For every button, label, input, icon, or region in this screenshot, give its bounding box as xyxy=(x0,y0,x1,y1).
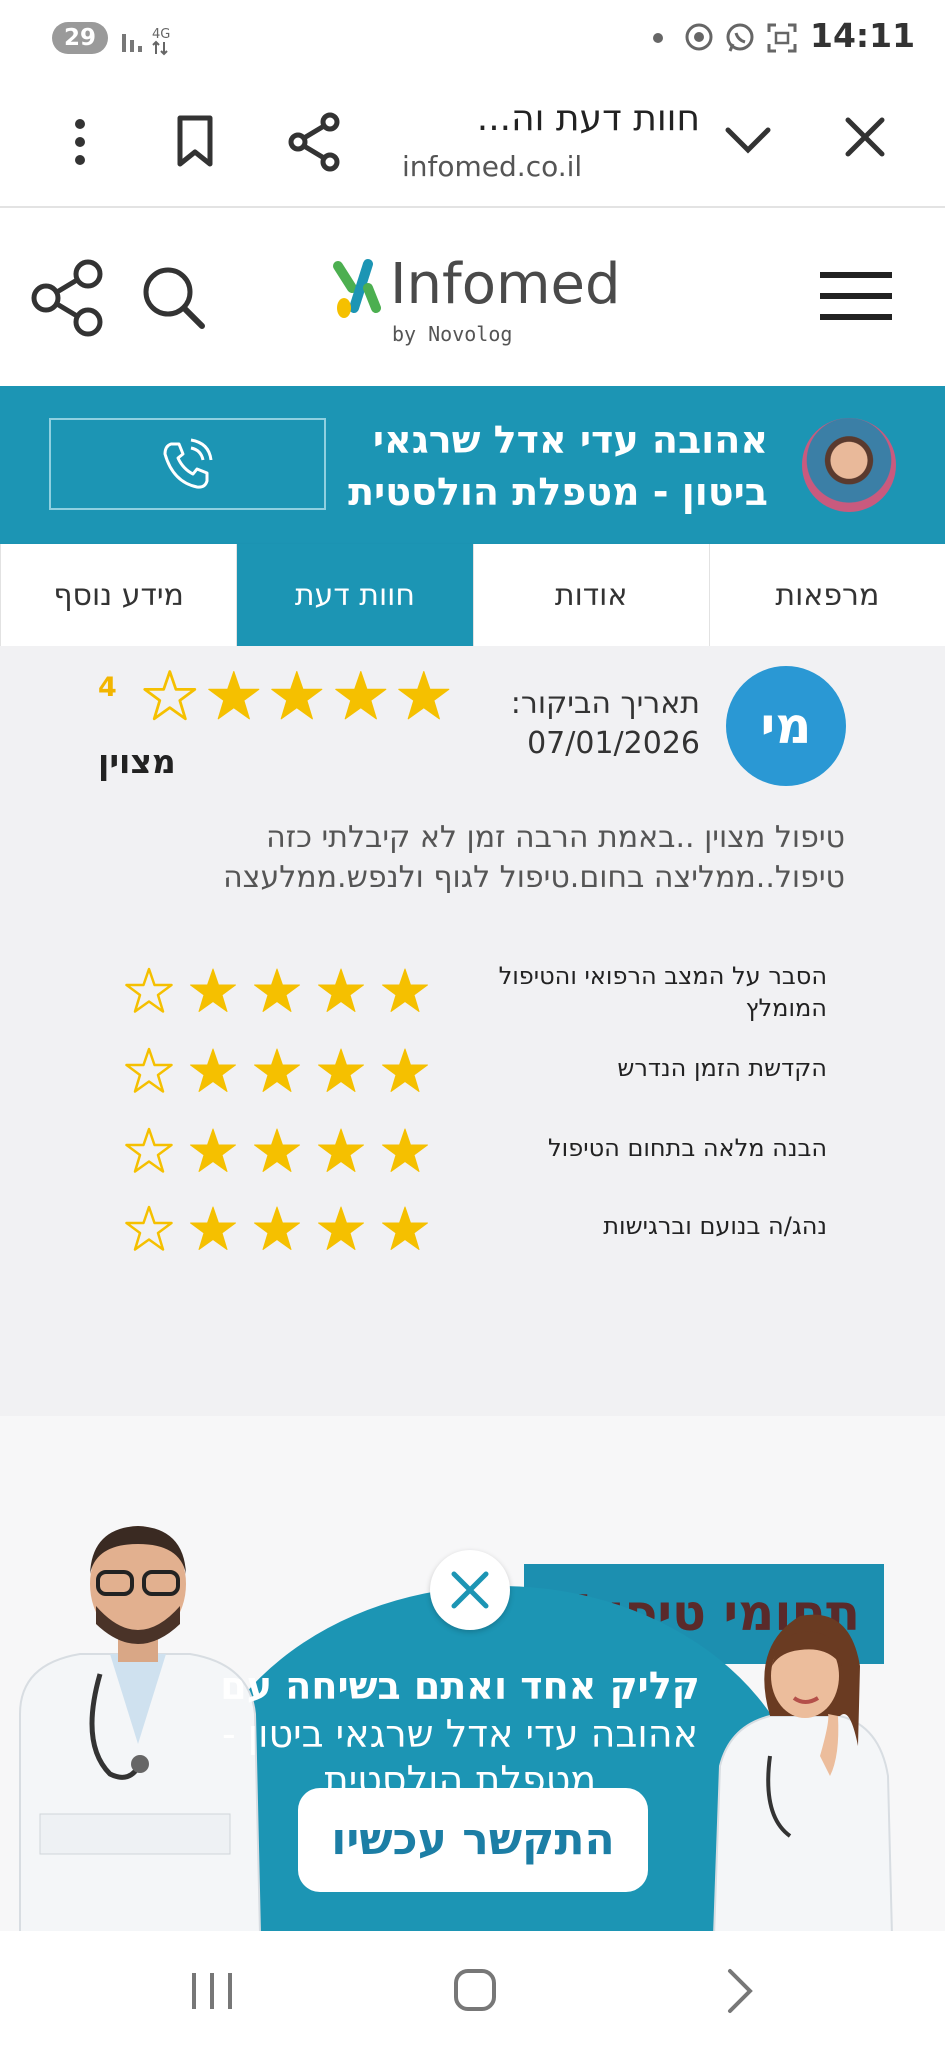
battery-indicator: 29 xyxy=(52,22,108,54)
infomed-logo-icon[interactable] xyxy=(328,258,386,322)
star-filled-icon xyxy=(335,670,387,720)
star-filled-icon xyxy=(254,1128,300,1172)
call-now-button[interactable]: התקשר עכשיו xyxy=(298,1788,648,1892)
system-nav-bar xyxy=(0,1931,945,2048)
ad-headline: קליק אחד ואתם בשיחה עם xyxy=(220,1664,700,1708)
more-options-icon[interactable] xyxy=(66,116,94,168)
star-filled-icon xyxy=(190,1206,236,1250)
star-filled-icon xyxy=(190,968,236,1012)
star-filled-icon xyxy=(271,670,323,720)
ad-doctor-name: אהובה עדי אדל שרגאי ביטון - xyxy=(221,1712,698,1756)
star-empty-icon xyxy=(125,1127,173,1173)
female-doctor-image xyxy=(712,1614,894,1936)
review-card: מי תאריך הביקור: 07/01/2026 4 מצוין טיפו… xyxy=(0,646,945,1416)
rating-word: מצוין xyxy=(98,742,176,781)
hamburger-menu-icon[interactable] xyxy=(820,270,892,322)
doctor-name: אהובה עדי אדל שרגאי ביטון - מטפלת הולסטי… xyxy=(330,414,768,518)
doctor-name-line2: ביטון - מטפלת הולסטית xyxy=(348,470,768,514)
star-empty-icon xyxy=(143,670,197,721)
page-title[interactable]: חוות דעת וה... xyxy=(400,98,700,139)
chevron-down-icon[interactable] xyxy=(722,122,774,158)
svg-text:4G: 4G xyxy=(152,27,170,42)
star-filled-icon xyxy=(318,1048,364,1092)
share-icon[interactable] xyxy=(286,112,342,172)
chrome-icon xyxy=(685,23,713,51)
criterion-label: נהג/ה בנועם וברגישות xyxy=(603,1212,827,1240)
ad-close-button[interactable] xyxy=(430,1550,510,1630)
dot-icon xyxy=(653,33,663,43)
criterion-label: הסבר על המצב הרפואי והטיפול המומלץ xyxy=(498,962,827,1022)
site-header: Infomed by Novolog xyxy=(0,208,945,386)
screenshot-icon xyxy=(767,23,797,53)
star-filled-icon xyxy=(254,1206,300,1250)
criterion-label: הקדשת הזמן הנדרש xyxy=(617,1054,827,1082)
call-now-ad[interactable]: תחומי טיפול קליק אחד ואתם בשיחה עם אהובה… xyxy=(0,1416,945,2048)
back-icon[interactable] xyxy=(722,1967,756,2015)
status-bar: 29 4G 14:11 xyxy=(0,0,945,78)
tab-more-info[interactable]: מידע נוסף xyxy=(0,544,236,646)
close-icon xyxy=(451,1571,489,1609)
url-domain[interactable]: infomed.co.il xyxy=(402,150,582,183)
star-filled-icon xyxy=(398,670,450,720)
star-filled-icon xyxy=(382,1048,428,1092)
criterion-stars xyxy=(116,1126,430,1176)
search-icon[interactable] xyxy=(140,264,206,330)
call-button[interactable] xyxy=(49,418,326,510)
criterion-stars xyxy=(116,1046,430,1096)
review-text: טיפול מצוין ..באמת הרבה זמן לא קיבלתי כז… xyxy=(223,820,845,895)
doctor-bar: אהובה עדי אדל שרגאי ביטון - מטפלת הולסטי… xyxy=(0,386,945,544)
recent-apps-icon[interactable] xyxy=(188,1969,236,2013)
star-filled-icon xyxy=(382,1206,428,1250)
criterion-label: הבנה מלאה בתחום הטיפול xyxy=(548,1134,827,1162)
phone-icon xyxy=(163,438,213,489)
share-network-icon[interactable] xyxy=(30,258,106,338)
star-filled-icon xyxy=(382,968,428,1012)
ad-doctor-title: מטפלת הולסטית xyxy=(323,1758,597,1788)
bookmark-icon[interactable] xyxy=(172,114,218,170)
logo-subtitle: by Novolog xyxy=(392,322,513,346)
profile-tabs: מידע נוסף חוות דעת אודות מרפאות xyxy=(0,544,945,646)
signal-icon: 4G xyxy=(122,27,170,56)
tab-clinics[interactable]: מרפאות xyxy=(708,544,945,646)
star-filled-icon xyxy=(254,1048,300,1092)
criterion-row: הסבר על המצב הרפואי והטיפול המומלץ xyxy=(102,954,837,1034)
star-filled-icon xyxy=(190,1128,236,1172)
star-filled-icon xyxy=(318,1206,364,1250)
whatsapp-icon xyxy=(726,23,754,52)
rating-number: 4 xyxy=(98,672,117,703)
star-empty-icon xyxy=(125,967,173,1013)
star-filled-icon xyxy=(382,1128,428,1172)
logo-text[interactable]: Infomed xyxy=(390,252,621,317)
overall-rating-stars xyxy=(142,668,452,724)
criterion-row: נהג/ה בנועם וברגישות xyxy=(102,1200,837,1260)
criterion-row: הבנה מלאה בתחום הטיפול xyxy=(102,1122,837,1182)
doctor-avatar[interactable] xyxy=(802,418,896,512)
home-icon[interactable] xyxy=(452,1965,498,2015)
star-filled-icon xyxy=(207,670,259,720)
visit-date: 07/01/2026 xyxy=(527,726,700,761)
tab-about[interactable]: אודות xyxy=(472,544,709,646)
criterion-row: הקדשת הזמן הנדרש xyxy=(102,1042,837,1102)
star-filled-icon xyxy=(318,1128,364,1172)
close-icon[interactable] xyxy=(842,114,888,160)
reviewer-initials: מי xyxy=(726,666,846,786)
star-filled-icon xyxy=(254,968,300,1012)
star-filled-icon xyxy=(190,1048,236,1092)
criterion-stars xyxy=(116,966,430,1016)
criterion-stars xyxy=(116,1204,430,1254)
star-filled-icon xyxy=(318,968,364,1012)
star-empty-icon xyxy=(125,1047,173,1093)
browser-toolbar: חוות דעת וה... infomed.co.il xyxy=(0,78,945,208)
tab-reviews[interactable]: חוות דעת xyxy=(236,544,473,646)
doctor-name-line1: אהובה עדי אדל שרגאי xyxy=(372,418,768,462)
visit-date-label: תאריך הביקור: xyxy=(510,686,700,721)
star-empty-icon xyxy=(125,1205,173,1251)
clock: 14:11 xyxy=(810,16,916,55)
